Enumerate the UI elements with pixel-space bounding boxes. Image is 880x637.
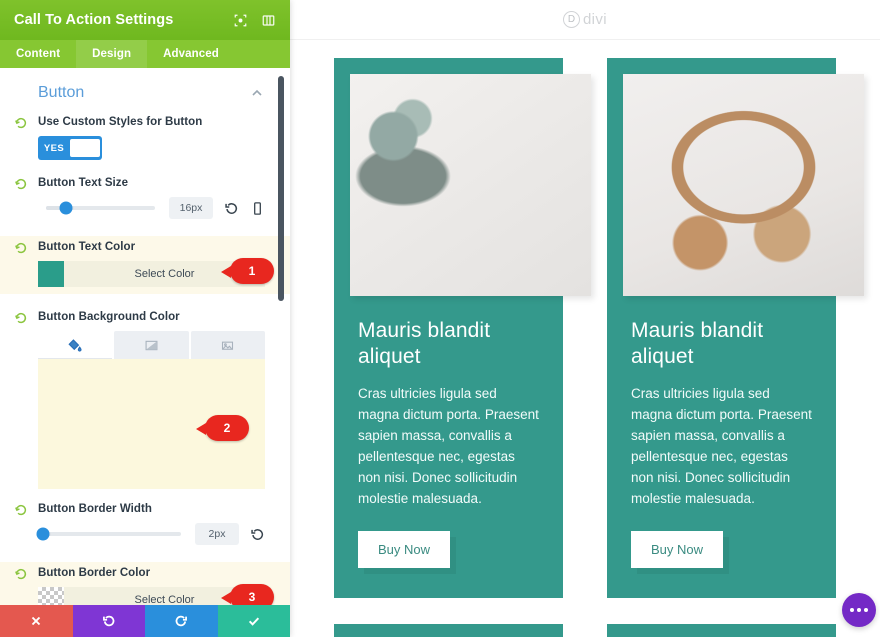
callout-3: 3 <box>221 584 274 605</box>
chat-dot <box>857 608 861 612</box>
reset-icon[interactable] <box>14 311 28 325</box>
image-icon <box>222 341 234 350</box>
redo-icon <box>175 615 188 627</box>
divi-toolbar: D divi <box>290 0 880 40</box>
card-heading: Mauris blandit aliquet <box>358 319 491 369</box>
chevron-up-icon[interactable] <box>251 87 263 99</box>
divi-builder-screen: Call To Action Settings Content Design A… <box>0 0 880 637</box>
tab-design[interactable]: Design <box>76 40 148 68</box>
buy-now-button[interactable]: Buy Now <box>631 530 724 568</box>
slider-track <box>46 532 181 536</box>
tab-advanced[interactable]: Advanced <box>147 40 235 68</box>
toggle-value: YES <box>43 142 65 154</box>
reset-icon[interactable] <box>14 241 28 255</box>
panel-header-icons <box>233 13 276 28</box>
settings-scroll-area: Button Use Custom Styles for Button YES <box>0 68 290 605</box>
reset-icon[interactable] <box>14 116 28 130</box>
card-paragraph: Cras ultricies ligula sed magna dictum p… <box>631 385 812 506</box>
divi-mark-icon: D <box>562 11 580 28</box>
undo-icon[interactable] <box>224 201 239 216</box>
card-image <box>350 74 591 296</box>
panel-layout-icon[interactable] <box>261 13 276 28</box>
field-button-border-color: Button Border Color Select Color 3 <box>0 562 290 605</box>
buy-now-button[interactable]: Buy Now <box>358 530 451 568</box>
field-label: Button Background Color <box>38 311 180 323</box>
card-row-2 <box>334 623 836 637</box>
page-preview: D divi Mauris blandit aliquet Cras ultri… <box>290 0 880 637</box>
undo-icon <box>102 615 115 627</box>
cancel-button[interactable] <box>0 605 73 637</box>
field-button-border-width: Button Border Width 2px <box>14 503 265 545</box>
tab-solid-color[interactable] <box>38 331 113 359</box>
section-title: Button <box>38 84 85 101</box>
chat-dot <box>850 608 854 612</box>
field-button-text-color: Button Text Color Select Color 1 <box>0 236 290 294</box>
field-custom-styles: Use Custom Styles for Button YES <box>14 116 265 160</box>
field-button-background-color: Button Background Color 2 <box>14 311 265 489</box>
text-size-slider[interactable] <box>38 199 163 217</box>
background-type-tabs <box>38 331 265 359</box>
check-icon <box>248 617 259 626</box>
card-image <box>623 74 864 296</box>
mobile-icon[interactable] <box>250 201 265 216</box>
card-heading: Mauris blandit aliquet <box>631 319 764 369</box>
undo-button[interactable] <box>72 605 145 637</box>
divi-logo-text: divi <box>582 11 608 28</box>
undo-icon[interactable] <box>250 527 265 542</box>
card-row-1: Mauris blandit aliquet Cras ultricies li… <box>334 58 864 598</box>
custom-styles-toggle[interactable]: YES <box>38 136 102 160</box>
panel-action-bar <box>0 605 290 637</box>
card-accent-block <box>334 623 563 637</box>
field-label: Button Text Color <box>38 241 136 253</box>
text-size-value[interactable]: 16px <box>169 197 213 219</box>
cta-card-3 <box>334 623 563 637</box>
chat-bubble-button[interactable] <box>842 593 876 627</box>
panel-tabs: Content Design Advanced <box>0 40 290 68</box>
toggle-knob <box>70 139 100 157</box>
slider-knob[interactable] <box>59 201 72 215</box>
card-accent-block <box>607 623 836 637</box>
card-body: Mauris blandit aliquet Cras ultricies li… <box>607 296 836 598</box>
callout-1: 1 <box>221 258 274 284</box>
field-label: Use Custom Styles for Button <box>38 116 203 128</box>
reset-icon[interactable] <box>14 503 28 517</box>
cta-card-1: Mauris blandit aliquet Cras ultricies li… <box>334 58 591 598</box>
field-label: Button Border Color <box>38 567 151 579</box>
field-label: Button Text Size <box>38 177 129 189</box>
field-label: Button Border Width <box>38 503 152 515</box>
panel-header: Call To Action Settings <box>0 0 290 40</box>
focus-target-icon[interactable] <box>233 13 248 28</box>
tab-gradient[interactable] <box>114 331 189 359</box>
cards-container: Mauris blandit aliquet Cras ultricies li… <box>290 40 880 637</box>
settings-panel: Call To Action Settings Content Design A… <box>0 0 290 637</box>
tab-image[interactable] <box>190 331 265 359</box>
color-swatch[interactable] <box>38 261 64 287</box>
reset-icon[interactable] <box>14 177 28 191</box>
border-width-slider[interactable] <box>36 525 189 543</box>
section-button-header[interactable]: Button <box>14 82 265 116</box>
border-width-value[interactable]: 2px <box>195 523 239 545</box>
card-body: Mauris blandit aliquet Cras ultricies li… <box>334 296 563 598</box>
chat-dot <box>864 608 868 612</box>
gradient-icon <box>145 340 158 350</box>
tab-content[interactable]: Content <box>0 40 76 68</box>
divi-logo: D divi <box>562 11 608 28</box>
card-paragraph: Cras ultricies ligula sed magna dictum p… <box>358 385 539 506</box>
reset-icon[interactable] <box>14 567 28 581</box>
close-icon <box>32 616 41 626</box>
panel-scrollbar[interactable] <box>278 76 284 301</box>
text-size-row: 16px <box>38 197 265 219</box>
cta-card-2: Mauris blandit aliquet Cras ultricies li… <box>607 58 864 598</box>
callout-2: 2 <box>196 415 249 441</box>
color-swatch[interactable] <box>38 587 64 605</box>
page-title: Call To Action Settings <box>14 12 174 28</box>
solid-color-icon <box>68 338 82 352</box>
save-button[interactable] <box>217 605 290 637</box>
field-button-text-size: Button Text Size 16px <box>14 177 265 219</box>
panel-body: Button Use Custom Styles for Button YES <box>0 68 290 605</box>
border-width-row: 2px <box>36 523 265 545</box>
redo-button[interactable] <box>145 605 218 637</box>
slider-knob[interactable] <box>36 527 50 541</box>
cta-card-4 <box>607 623 836 637</box>
